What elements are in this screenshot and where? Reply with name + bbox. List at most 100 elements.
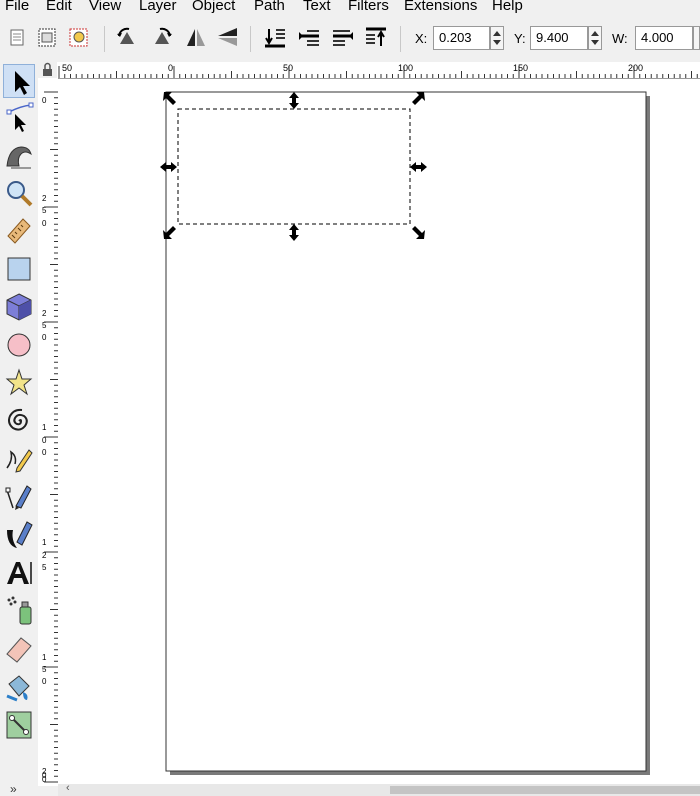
raise-to-top-button[interactable]: [363, 24, 389, 52]
w-label: W:: [612, 31, 628, 46]
x-spinner[interactable]: [490, 26, 504, 50]
spiral-tool-button[interactable]: [3, 404, 35, 438]
rectangle-icon: [7, 257, 31, 281]
menu-path[interactable]: Path: [254, 0, 285, 15]
menu-edit[interactable]: Edit: [46, 0, 72, 15]
ruler-label: 5: [42, 206, 47, 215]
horizontal-scroll-thumb[interactable]: [390, 786, 700, 794]
ruler-label: 100: [398, 63, 413, 73]
ruler-corner-lock[interactable]: [38, 62, 57, 78]
x-field[interactable]: 0.203: [433, 26, 490, 50]
ruler-label: 50: [62, 63, 72, 73]
canvas-drawing: [160, 91, 650, 775]
page: [165, 91, 647, 772]
ellipse-tool-button[interactable]: [3, 328, 35, 362]
lower-to-bottom-icon: [265, 29, 285, 48]
pencil-tool-button[interactable]: [3, 442, 35, 476]
eraser-icon: [6, 637, 32, 663]
select-all-layers-button[interactable]: [34, 24, 60, 52]
select-all-layers-icon: [38, 28, 56, 47]
menu-layer[interactable]: Layer: [139, 0, 177, 15]
measure-tool-button[interactable]: [3, 214, 35, 248]
lower-button[interactable]: [296, 24, 322, 52]
ruler-label: 2: [42, 194, 47, 203]
ruler-label: 0: [42, 436, 47, 445]
ruler-label: 2: [42, 551, 47, 560]
3d-box-tool-button[interactable]: [3, 290, 35, 324]
menu-extensions[interactable]: Extensions: [404, 0, 477, 15]
rotate-ccw-button[interactable]: [114, 24, 140, 52]
flip-horizontal-button[interactable]: [183, 24, 209, 52]
horizontal-ruler-ticks: 50 0 50 100 150 200: [58, 63, 698, 78]
eraser-tool-button[interactable]: [3, 632, 35, 666]
menu-object[interactable]: Object: [192, 0, 235, 15]
tweak-wave-icon: [6, 146, 32, 169]
pen-tool-button[interactable]: [3, 480, 35, 514]
connector-tool-button[interactable]: [3, 708, 35, 742]
3d-box-icon: [6, 293, 32, 321]
canvas[interactable]: [58, 79, 700, 784]
horizontal-scrollbar[interactable]: ‹: [58, 782, 700, 796]
w-field[interactable]: 4.000: [635, 26, 693, 50]
calligraphy-icon: [7, 521, 33, 548]
connector-icon: [6, 711, 32, 739]
selector-arrow-icon: [15, 71, 30, 95]
text-a-icon: [7, 562, 32, 584]
select-all-icon: [10, 29, 24, 46]
y-field[interactable]: 9.400: [530, 26, 588, 50]
star-icon: [5, 368, 33, 396]
text-tool-button[interactable]: [3, 556, 35, 590]
paint-bucket-tool-button[interactable]: [3, 670, 35, 704]
ruler-label: 1: [42, 653, 47, 662]
star-tool-button[interactable]: [3, 366, 35, 400]
ruler-label: 0: [42, 333, 47, 342]
menu-view[interactable]: View: [89, 0, 121, 15]
w-spinner[interactable]: [693, 26, 700, 50]
toolbox-expand-icon[interactable]: »: [10, 782, 17, 796]
lock-icon: [43, 62, 52, 76]
menu-file[interactable]: File: [5, 0, 29, 15]
scroll-left-arrow-icon[interactable]: ‹: [66, 782, 70, 794]
separator: [250, 26, 251, 52]
paint-bucket-icon: [6, 675, 30, 702]
ruler-label: 200: [628, 63, 643, 73]
selector-tool-button[interactable]: [3, 64, 35, 98]
select-all-button[interactable]: [4, 24, 30, 52]
lower-to-bottom-button[interactable]: [262, 24, 288, 52]
rotate-ccw-icon: [117, 27, 134, 44]
lower-icon: [299, 30, 319, 46]
node-tool-button[interactable]: [3, 100, 35, 134]
pen-icon: [5, 485, 32, 510]
ruler-label: 5: [42, 321, 47, 330]
flip-horizontal-icon: [187, 29, 205, 46]
ellipse-icon: [7, 333, 31, 357]
ruler-label: 50: [283, 63, 293, 73]
ruler-label: 0: [42, 219, 47, 228]
y-spinner[interactable]: [588, 26, 602, 50]
pencil-icon: [6, 449, 33, 473]
menu-text[interactable]: Text: [303, 0, 331, 15]
ruler-label: 0: [42, 677, 47, 686]
ruler-label: 1: [42, 538, 47, 547]
raise-button[interactable]: [330, 24, 356, 52]
node-edit-icon: [6, 102, 34, 132]
ruler-label: 0: [168, 63, 173, 73]
raise-to-top-icon: [366, 27, 386, 46]
rotate-cw-button[interactable]: [149, 24, 175, 52]
spray-tool-button[interactable]: [3, 594, 35, 628]
menu-help[interactable]: Help: [492, 0, 523, 15]
zoom-tool-button[interactable]: [3, 176, 35, 210]
horizontal-ruler[interactable]: 50 0 50 100 150 200: [57, 62, 700, 79]
deselect-icon: [69, 28, 88, 47]
calligraphy-tool-button[interactable]: [3, 518, 35, 552]
rectangle-tool-button[interactable]: [3, 252, 35, 286]
magnifier-icon: [7, 181, 33, 207]
menu-filters[interactable]: Filters: [348, 0, 389, 15]
vertical-ruler-ticks: 0250250100125150200: [42, 91, 58, 784]
flip-vertical-button[interactable]: [215, 24, 241, 52]
vertical-ruler[interactable]: 0250250100125150200: [38, 78, 59, 786]
deselect-button[interactable]: [66, 24, 92, 52]
tweak-tool-button[interactable]: [3, 138, 35, 172]
ruler-label: 5: [42, 665, 47, 674]
ruler-label: 150: [513, 63, 528, 73]
